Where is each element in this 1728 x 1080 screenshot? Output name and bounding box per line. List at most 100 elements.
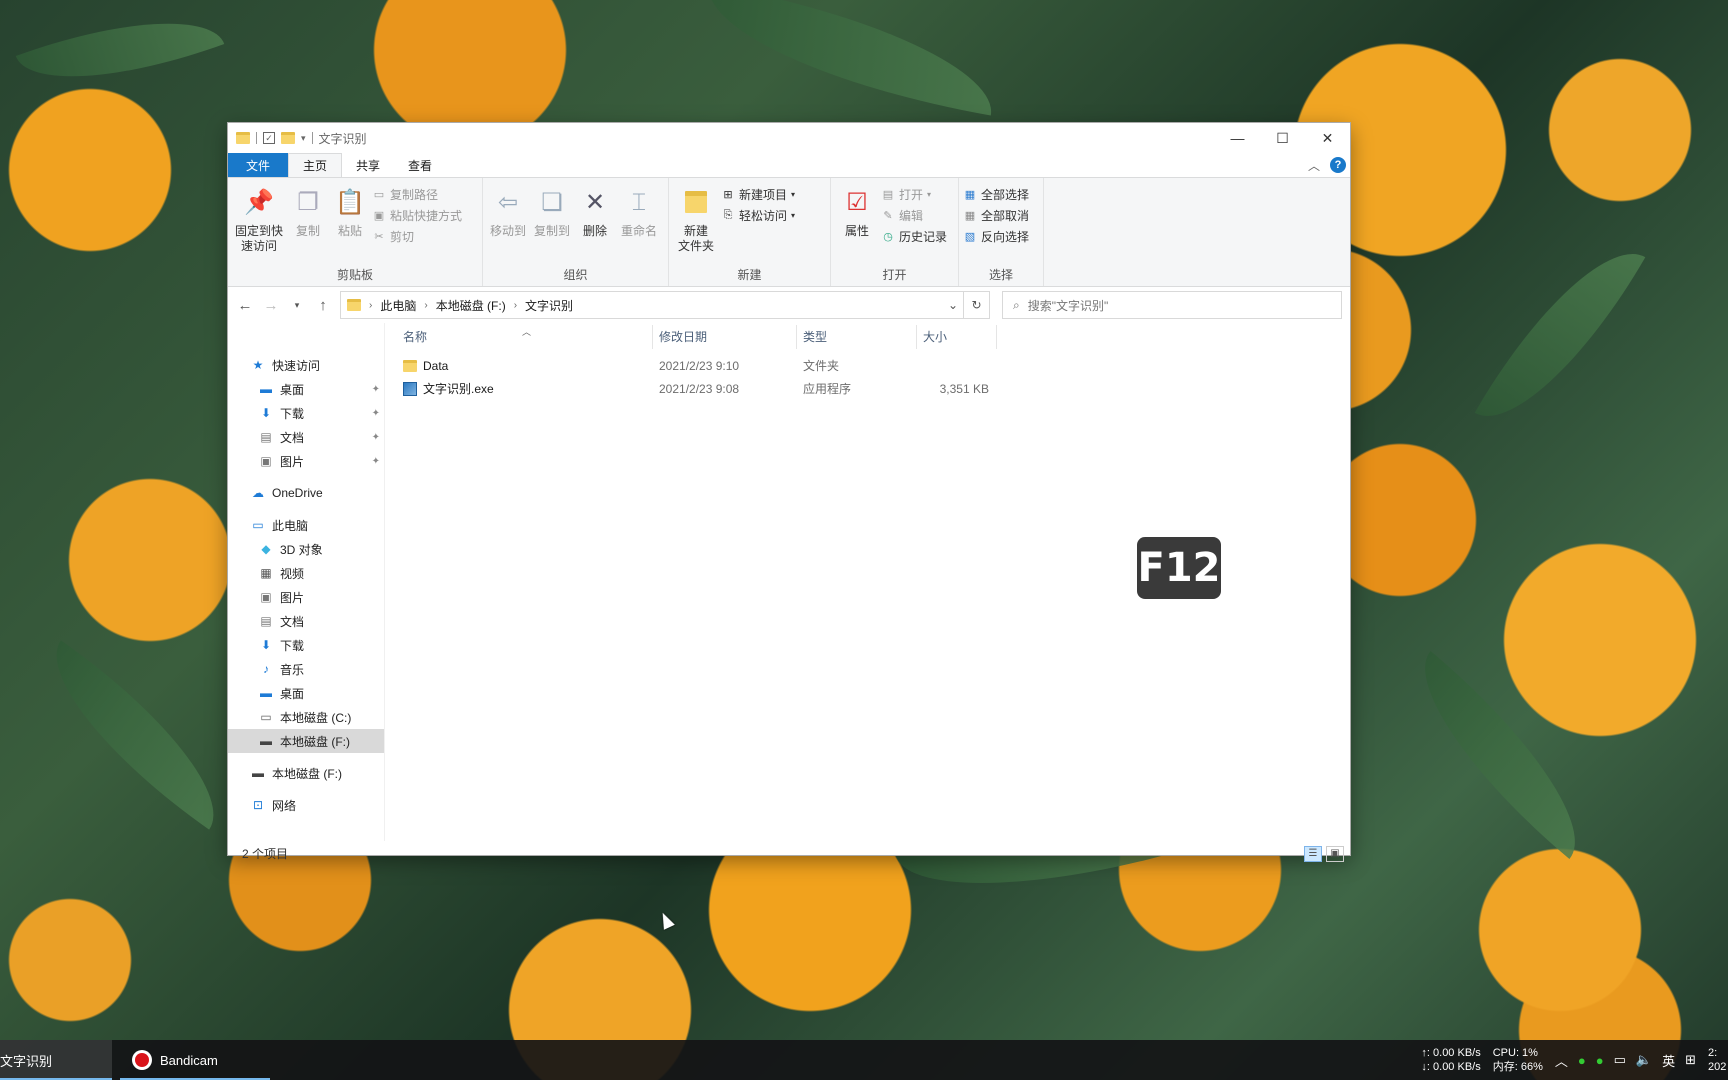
- column-header-size[interactable]: 大小: [917, 325, 997, 349]
- breadcrumb-current-folder[interactable]: 文字识别: [525, 297, 573, 314]
- copy-to-button[interactable]: ❏ 复制到: [531, 182, 573, 266]
- large-icons-view-icon[interactable]: ▣: [1326, 845, 1344, 862]
- edit-button[interactable]: ✎ 编辑: [881, 207, 947, 224]
- invert-selection-button[interactable]: ▧ 反向选择: [963, 228, 1029, 245]
- rename-button[interactable]: ⌶ 重命名: [617, 182, 661, 266]
- paste-button[interactable]: 📋 粘贴: [330, 182, 370, 266]
- tab-home[interactable]: 主页: [288, 153, 343, 177]
- properties-button[interactable]: ☑ 属性: [835, 182, 879, 266]
- chevron-right-icon[interactable]: ›: [424, 300, 427, 311]
- move-to-button[interactable]: ⇦ 移动到: [487, 182, 529, 266]
- cloud-icon: ☁: [252, 486, 264, 500]
- select-group-label: 选择: [988, 268, 1013, 282]
- up-arrow-icon[interactable]: ↑: [314, 297, 332, 314]
- quick-access-toolbar: ✓ ▾ 文字识别: [236, 130, 367, 147]
- select-none-button[interactable]: ▦ 全部取消: [963, 207, 1029, 224]
- easy-access-button[interactable]: ⎘ 轻松访问 ▾: [721, 207, 795, 224]
- select-all-button[interactable]: ▦ 全部选择: [963, 186, 1029, 203]
- nav-item-documents[interactable]: ▤ 文档: [228, 609, 384, 633]
- chevron-right-icon[interactable]: ›: [514, 300, 517, 311]
- address-dropdown-icon[interactable]: ⌄: [943, 298, 963, 312]
- status-bar: 2 个项目 ☰ ▣: [228, 841, 1350, 865]
- refresh-icon[interactable]: ↻: [964, 291, 990, 319]
- nav-this-pc[interactable]: ▭ 此电脑: [228, 513, 384, 537]
- nav-label: 图片: [280, 590, 305, 605]
- open-button[interactable]: ▤ 打开 ▾: [881, 186, 947, 203]
- nav-item-pictures[interactable]: ▣ 图片 ✦: [228, 449, 384, 473]
- nav-item-3d-objects[interactable]: ◆ 3D 对象: [228, 537, 384, 561]
- chevron-right-icon[interactable]: ›: [369, 300, 372, 311]
- nav-item-drive-f[interactable]: ▬ 本地磁盘 (F:): [228, 729, 384, 753]
- nav-item-desktop[interactable]: ▬ 桌面 ✦: [228, 377, 384, 401]
- delete-button[interactable]: ✕ 删除: [575, 182, 615, 266]
- nav-quick-access[interactable]: ★ 快速访问: [228, 353, 384, 377]
- tab-share[interactable]: 共享: [342, 153, 394, 177]
- taskbar-item-label: Bandicam: [160, 1052, 218, 1068]
- copy-path-button[interactable]: ▭ 复制路径: [372, 186, 462, 203]
- back-arrow-icon[interactable]: ←: [236, 297, 254, 314]
- forward-arrow-icon[interactable]: →: [262, 297, 280, 314]
- wechat-icon[interactable]: ●: [1578, 1053, 1586, 1068]
- nav-label: 网络: [272, 798, 297, 813]
- breadcrumb-this-pc[interactable]: 此电脑: [380, 297, 416, 314]
- nav-onedrive[interactable]: ☁ OneDrive: [228, 481, 384, 505]
- new-folder-quick-icon[interactable]: [281, 132, 295, 144]
- volume-icon[interactable]: 🔈: [1636, 1052, 1652, 1068]
- nav-item-downloads[interactable]: ⬇ 下载 ✦: [228, 401, 384, 425]
- copy-button[interactable]: ❐ 复制: [288, 182, 328, 266]
- wechat-icon[interactable]: ●: [1596, 1053, 1604, 1068]
- navigation-bar: ← → ▾ ↑ › 此电脑 › 本地磁盘 (F:) › 文字识别 ⌄ ↻ ⌕ 搜…: [228, 287, 1350, 323]
- ribbon-group-new: 新建 文件夹 ⊞ 新建项目 ▾ ⎘ 轻松访问 ▾ 新建: [669, 178, 831, 286]
- breadcrumb-drive-f[interactable]: 本地磁盘 (F:): [436, 297, 506, 314]
- nav-item-downloads[interactable]: ⬇ 下载: [228, 633, 384, 657]
- new-folder-button[interactable]: 新建 文件夹: [673, 182, 719, 266]
- column-header-type[interactable]: 类型: [797, 325, 917, 349]
- clock[interactable]: 2: 202: [1708, 1046, 1728, 1074]
- column-headers: 名称 修改日期 类型 大小 ︿: [397, 323, 1338, 353]
- easy-access-label: 轻松访问: [739, 209, 788, 223]
- search-input[interactable]: ⌕ 搜索"文字识别": [1002, 291, 1342, 319]
- clock-date: 202: [1708, 1061, 1727, 1073]
- tab-file[interactable]: 文件: [228, 153, 289, 177]
- customize-quick-access-icon[interactable]: ▾: [301, 133, 306, 144]
- search-placeholder: 搜索"文字识别": [1027, 298, 1109, 313]
- nav-item-drive-c[interactable]: ▭ 本地磁盘 (C:): [228, 705, 384, 729]
- collapse-ribbon-icon[interactable]: ︿: [1308, 157, 1320, 174]
- network-icon[interactable]: ▭: [1614, 1052, 1626, 1068]
- nav-drive-f[interactable]: ▬ 本地磁盘 (F:): [228, 761, 384, 785]
- help-icon[interactable]: ?: [1330, 157, 1346, 173]
- input-method-icon[interactable]: ⊞: [1685, 1052, 1696, 1068]
- nav-item-desktop[interactable]: ▬ 桌面: [228, 681, 384, 705]
- paste-shortcut-button[interactable]: ▣ 粘贴快捷方式: [372, 207, 462, 224]
- minimize-button[interactable]: —: [1215, 123, 1260, 153]
- pin-to-quick-access-button[interactable]: 📌 固定到快 速访问: [232, 182, 286, 266]
- properties-quick-icon[interactable]: ✓: [263, 132, 275, 144]
- list-item[interactable]: Data 2021/2/23 9:10 文件夹: [397, 355, 1338, 376]
- nav-item-pictures[interactable]: ▣ 图片: [228, 585, 384, 609]
- pin-icon: ✦: [371, 383, 380, 395]
- list-item[interactable]: 文字识别.exe 2021/2/23 9:08 应用程序 3,351 KB: [397, 378, 1338, 399]
- taskbar-item-explorer[interactable]: 文字识别: [0, 1040, 112, 1080]
- nav-item-videos[interactable]: ▦ 视频: [228, 561, 384, 585]
- new-item-icon: ⊞: [723, 189, 733, 201]
- details-view-icon[interactable]: ☰: [1304, 845, 1322, 862]
- nav-item-music[interactable]: ♪ 音乐: [228, 657, 384, 681]
- record-icon: [132, 1050, 152, 1070]
- tab-view[interactable]: 查看: [394, 153, 446, 177]
- nav-label: 下载: [280, 406, 305, 421]
- column-header-date[interactable]: 修改日期: [653, 325, 797, 349]
- close-button[interactable]: ✕: [1305, 123, 1350, 153]
- cut-button[interactable]: ✂ 剪切: [372, 228, 462, 245]
- title-bar: ✓ ▾ 文字识别 — ☐ ✕: [228, 123, 1350, 153]
- history-button[interactable]: ◷ 历史记录: [881, 228, 947, 245]
- ime-indicator[interactable]: 英: [1662, 1051, 1675, 1070]
- new-item-button[interactable]: ⊞ 新建项目 ▾: [721, 186, 795, 203]
- maximize-button[interactable]: ☐: [1260, 123, 1305, 153]
- address-bar[interactable]: › 此电脑 › 本地磁盘 (F:) › 文字识别 ⌄: [340, 291, 964, 319]
- nav-label: 文档: [280, 614, 305, 629]
- recent-locations-icon[interactable]: ▾: [288, 300, 306, 311]
- nav-item-documents[interactable]: ▤ 文档 ✦: [228, 425, 384, 449]
- chevron-up-icon[interactable]: ︿: [1555, 1051, 1568, 1070]
- nav-network[interactable]: ⊡ 网络: [228, 793, 384, 817]
- taskbar-item-bandicam[interactable]: Bandicam: [120, 1040, 270, 1080]
